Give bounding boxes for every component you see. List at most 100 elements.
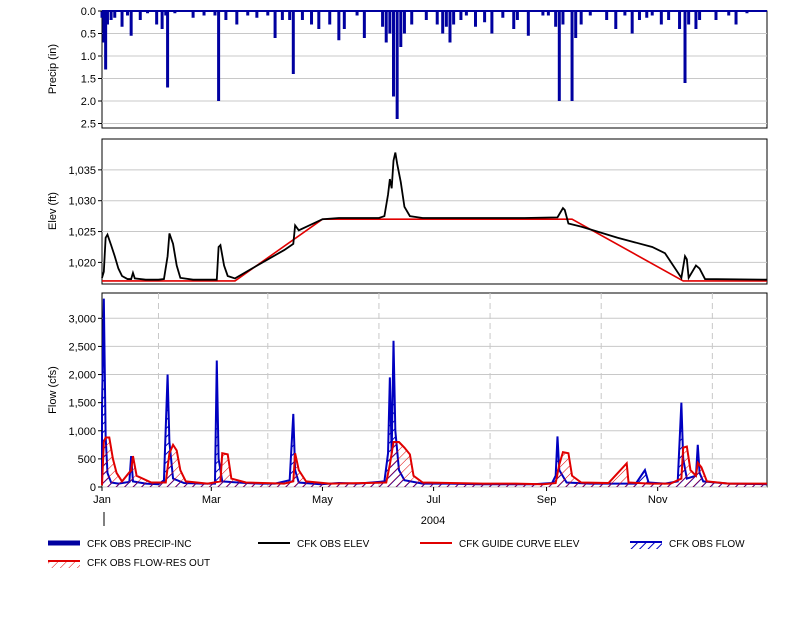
precip-bar <box>659 11 663 25</box>
precip-bar <box>483 11 487 23</box>
precip-bar <box>444 11 448 27</box>
precip-bar <box>317 11 321 29</box>
precip-bar <box>570 11 574 101</box>
precip-bar <box>541 11 545 16</box>
legend-label-precip: CFK OBS PRECIP-INC <box>87 539 191 550</box>
precip-bar <box>342 11 346 29</box>
precip-bar <box>392 11 396 97</box>
x-tick-label: Sep <box>537 494 557 506</box>
flow-ytick-label: 3,000 <box>68 313 96 325</box>
precip-bar <box>328 11 332 25</box>
precip-ytick-label: 2.0 <box>81 96 96 108</box>
x-tick-label: Jan <box>93 494 111 506</box>
flow-ytick-label: 0 <box>90 482 96 494</box>
precip-bar <box>490 11 494 34</box>
elev-ytick-label: 1,030 <box>68 196 96 208</box>
precip-bar <box>441 11 445 34</box>
x-tick-label: Jul <box>427 494 441 506</box>
legend: CFK OBS PRECIP-INC CFK OBS ELEV CFK GUIDE … <box>48 539 745 569</box>
precip-bar <box>155 11 159 25</box>
precip-bar <box>255 11 259 18</box>
precip-bar <box>288 11 292 20</box>
precip-bar <box>235 11 239 25</box>
precip-bar <box>113 11 117 18</box>
precip-bar <box>138 11 142 20</box>
year-label: 2004 <box>421 515 445 527</box>
precip-ytick-label: 0.0 <box>81 6 96 18</box>
flow-ytick-label: 2,500 <box>68 341 96 353</box>
precip-bar <box>310 11 314 25</box>
precip-bar <box>224 11 228 20</box>
precip-bar <box>424 11 428 20</box>
legend-label-obs_flow: CFK OBS FLOW <box>669 539 745 550</box>
precip-axis-label: Precip (in) <box>47 44 59 94</box>
precip-bar <box>381 11 385 27</box>
precip-bar <box>291 11 295 74</box>
legend-label-guide_elev: CFK GUIDE CURVE ELEV <box>459 539 580 550</box>
precip-bar <box>126 11 130 16</box>
precip-bar <box>337 11 341 41</box>
precip-panel-frame <box>101 10 768 129</box>
precip-bar <box>515 11 519 20</box>
precip-bar <box>459 11 463 20</box>
precip-bar <box>579 11 583 25</box>
precip-bar <box>630 11 634 34</box>
precip-bar <box>355 11 359 16</box>
precip-bar <box>173 11 177 14</box>
precip-bar <box>667 11 671 20</box>
precip-bar <box>526 11 530 36</box>
precip-bar <box>266 11 270 16</box>
precip-bar <box>213 11 217 16</box>
legend-swatch-flow_res_out <box>48 561 80 568</box>
precip-bar <box>395 11 399 119</box>
precip-bar <box>637 11 641 20</box>
precip-bar <box>694 11 698 29</box>
elev-ytick-label: 1,020 <box>68 257 96 269</box>
precip-bar <box>734 11 738 25</box>
precip-bar <box>687 11 691 25</box>
precip-bar <box>191 11 195 18</box>
precip-bar <box>554 11 558 27</box>
precip-bar <box>645 11 649 18</box>
precip-ytick-label: 0.5 <box>81 29 96 41</box>
precip-ytick-label: 1.5 <box>81 74 96 86</box>
precip-bar <box>574 11 578 38</box>
legend-label-obs_elev: CFK OBS ELEV <box>297 539 370 550</box>
precip-bar <box>384 11 388 43</box>
precip-bar <box>698 11 702 20</box>
precip-bar <box>217 11 221 101</box>
precip-bar <box>557 11 561 101</box>
hydrograph-chart: 0.0 0.5 1.0 1.5 2.0 2.5 1,020 1,025 1,030 1,035 0 5… <box>47 6 768 569</box>
flow-axis-label: Flow (cfs) <box>47 366 59 414</box>
precip-bar <box>678 11 682 29</box>
precip-bar <box>745 11 749 14</box>
precip-ytick-label: 2.5 <box>81 119 96 131</box>
precip-bar <box>452 11 456 25</box>
precip-bar <box>120 11 124 27</box>
chart-root: 0.0 0.5 1.0 1.5 2.0 2.5 1,020 1,025 1,030 1,035 0 5… <box>0 0 800 627</box>
elev-axis-label: Elev (ft) <box>47 192 59 230</box>
precip-ytick-label: 1.0 <box>81 51 96 63</box>
precip-bar <box>246 11 250 16</box>
precip-bar <box>683 11 687 83</box>
precip-bar <box>402 11 406 34</box>
elev-ytick-label: 1,035 <box>68 165 96 177</box>
precip-bar <box>623 11 627 16</box>
precip-bar <box>473 11 477 27</box>
precip-bar <box>410 11 414 25</box>
precip-bar <box>512 11 516 29</box>
precip-bar <box>561 11 565 25</box>
precip-bar <box>280 11 284 20</box>
precip-bar <box>273 11 277 38</box>
legend-swatch-obs_flow <box>630 542 662 549</box>
flow-panel-frame <box>101 292 768 488</box>
precip-bar <box>129 11 133 36</box>
precip-bar <box>464 11 468 16</box>
precip-bar <box>105 11 109 25</box>
precip-bar <box>614 11 618 29</box>
precip-bar <box>160 11 164 29</box>
precip-bar <box>399 11 403 47</box>
precip-bar <box>501 11 505 18</box>
precip-bar <box>435 11 439 25</box>
precip-bar <box>166 11 170 88</box>
